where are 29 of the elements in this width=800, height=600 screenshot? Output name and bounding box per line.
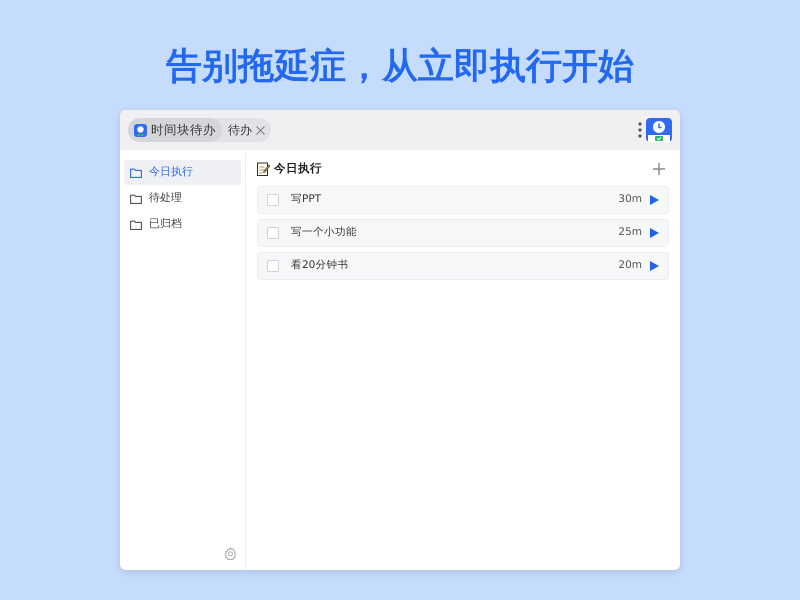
tab[interactable]: 时间块待办: [128, 118, 222, 142]
play-icon[interactable]: [650, 228, 659, 238]
close-icon[interactable]: [256, 126, 265, 134]
headline: 告别拖延症，从立即执行开始: [165, 45, 635, 89]
add-icon[interactable]: [653, 163, 665, 175]
clock-app-icon: [134, 124, 147, 136]
task-duration: 25m: [618, 225, 642, 240]
play-icon[interactable]: [650, 261, 659, 271]
checkbox[interactable]: [267, 227, 279, 239]
folder-icon: [130, 168, 142, 178]
folder-icon: [130, 220, 142, 230]
checkbox[interactable]: [267, 260, 279, 272]
more-icon[interactable]: [638, 122, 642, 138]
sidebar-item[interactable]: 已归档: [124, 212, 241, 237]
task-title: 看20分钟书: [291, 258, 348, 274]
memo-icon: [257, 162, 270, 176]
task-duration: 30m: [618, 192, 642, 208]
task-title: 写一个小功能: [291, 225, 357, 240]
checkbox[interactable]: [267, 194, 279, 206]
sidebar-item[interactable]: 待处理: [124, 186, 241, 211]
settings-icon[interactable]: [224, 547, 237, 560]
folder-icon: [130, 194, 142, 204]
task-duration: 20m: [618, 258, 642, 274]
play-icon[interactable]: [650, 195, 659, 205]
clock-app-icon[interactable]: [646, 118, 672, 142]
section-title: 今日执行: [274, 160, 322, 178]
task-title: 写PPT: [291, 192, 322, 208]
tab[interactable]: 待办: [222, 118, 271, 142]
sidebar-item[interactable]: 今日执行: [124, 160, 241, 185]
